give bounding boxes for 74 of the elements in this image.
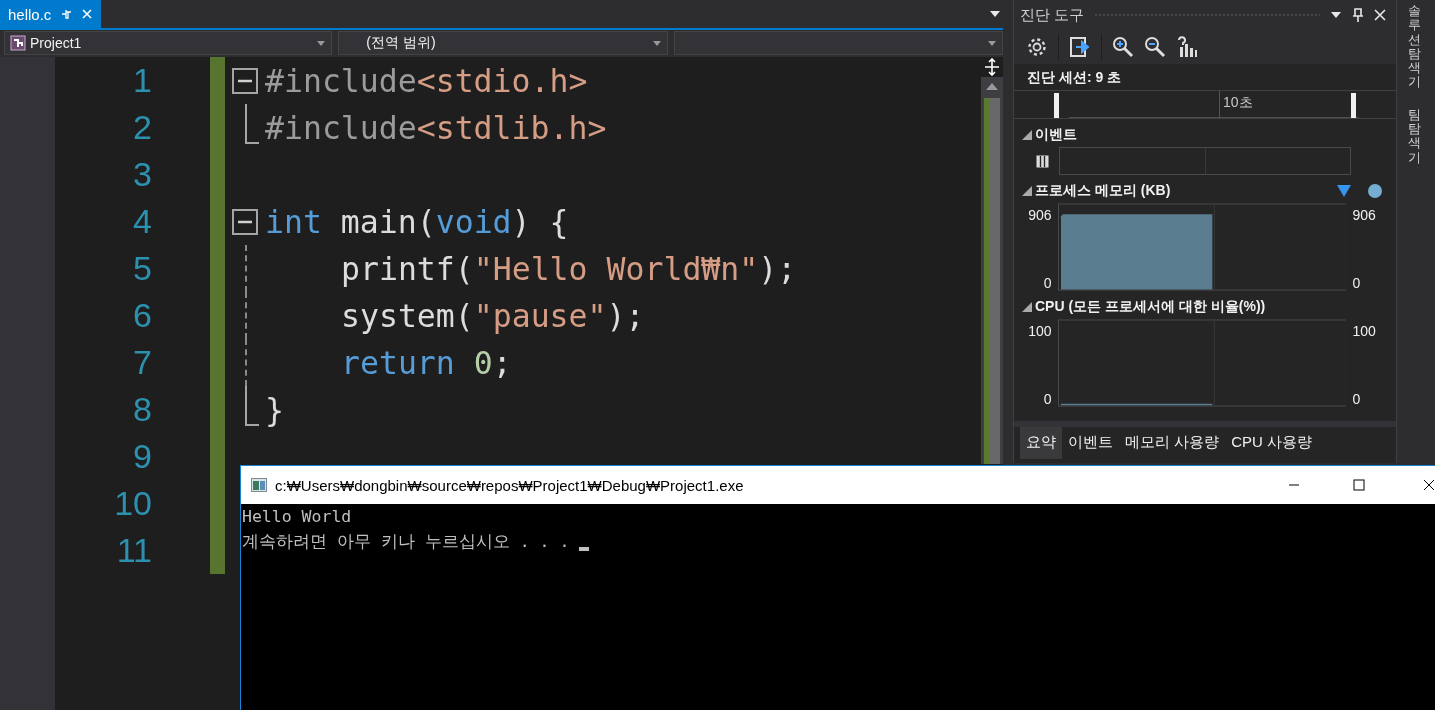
section-title: 프로세스 메모리 (KB) xyxy=(1035,182,1171,200)
scrollbar[interactable] xyxy=(981,57,1003,464)
expanded-icon[interactable] xyxy=(1022,130,1032,140)
expanded-icon[interactable] xyxy=(1022,302,1032,312)
collapse-icon[interactable] xyxy=(232,67,258,94)
code-line: return 0; xyxy=(340,344,512,381)
code-line: printf("Hello World₩n"); xyxy=(340,250,797,287)
pin-icon[interactable] xyxy=(1352,8,1364,22)
line-number: 8 xyxy=(132,390,153,429)
zoom-in-icon[interactable] xyxy=(1112,36,1134,58)
section-title: 이벤트 xyxy=(1035,126,1077,144)
code-line: } xyxy=(265,391,284,428)
side-tab[interactable]: 팀 탐색기 xyxy=(1408,107,1421,165)
code-line: #include<stdlib.h> xyxy=(265,109,607,146)
timeline-label: 10초 xyxy=(1219,91,1253,117)
console-icon xyxy=(251,478,267,492)
axis-label: 0 xyxy=(1043,391,1052,407)
chart-help-icon[interactable] xyxy=(1176,36,1198,58)
line-number: 2 xyxy=(132,108,153,147)
axis-label: 0 xyxy=(1352,391,1362,407)
collapse-icon[interactable] xyxy=(232,208,258,235)
code-line: system("pause"); xyxy=(340,297,645,334)
timeline-ruler[interactable]: 10초 xyxy=(1014,91,1396,119)
expanded-icon[interactable] xyxy=(1022,186,1032,196)
tab[interactable]: 메모리 사용량 xyxy=(1119,427,1226,459)
line-number: 6 xyxy=(132,296,153,335)
line-number: 4 xyxy=(132,202,153,241)
caret-icon xyxy=(317,40,326,46)
side-tab[interactable]: 솔루션 탐색기 xyxy=(1408,4,1421,90)
console-text: Hello World xyxy=(242,507,352,526)
axis-label: 0 xyxy=(1043,275,1052,291)
section-title: CPU (모든 프로세서에 대한 비율(%)) xyxy=(1035,298,1266,316)
maximize-icon[interactable] xyxy=(1352,479,1365,491)
pause-icon[interactable] xyxy=(1036,154,1049,168)
scroll-up-icon[interactable] xyxy=(986,83,998,90)
dropdown[interactable]: Project1 xyxy=(4,31,333,55)
split-icon[interactable] xyxy=(981,57,1003,77)
line-number: 7 xyxy=(132,343,153,382)
line-number: 9 xyxy=(132,437,153,476)
line-number: 10 xyxy=(113,484,153,523)
export-icon[interactable] xyxy=(1069,36,1091,58)
change-marker xyxy=(210,527,225,574)
scroll-thumb[interactable] xyxy=(984,98,1000,464)
axis-label: 0 xyxy=(1352,275,1362,291)
range-handle[interactable] xyxy=(1351,93,1356,118)
console-text: 계속하려면 아무 키나 누르십시오 . . . xyxy=(242,530,571,553)
caret-icon xyxy=(988,40,996,46)
axis-label: 906 xyxy=(1352,207,1377,223)
circle-marker-icon xyxy=(1368,184,1382,198)
panel-title: 진단 도구 xyxy=(1020,5,1085,25)
close-icon[interactable] xyxy=(1423,479,1435,491)
axis-label: 100 xyxy=(1028,323,1052,339)
tab[interactable]: CPU 사용량 xyxy=(1225,427,1318,459)
project-icon xyxy=(10,35,26,51)
tab[interactable]: 이벤트 xyxy=(1062,427,1119,459)
line-number: 5 xyxy=(132,249,153,288)
code-line: int main(void) { xyxy=(265,203,569,240)
line-number: 11 xyxy=(115,531,153,570)
tab[interactable]: 요약 xyxy=(1020,427,1062,459)
dropdown[interactable]: (전역 범위) xyxy=(338,31,668,55)
axis-label: 906 xyxy=(1028,207,1052,223)
change-marker xyxy=(210,57,225,104)
settings-icon[interactable] xyxy=(1026,36,1048,58)
dropdown-icon[interactable] xyxy=(1330,11,1342,19)
range-handle[interactable] xyxy=(1054,93,1059,118)
code-line: #include<stdio.h> xyxy=(265,62,588,99)
axis-label: 100 xyxy=(1352,323,1377,339)
fold-guide xyxy=(245,104,259,144)
line-number: 3 xyxy=(132,155,153,194)
window-title: c:₩Users₩dongbin₩source₩repos₩Project1₩Debug₩Project1.exe xyxy=(275,476,744,494)
caret-icon xyxy=(652,40,661,46)
line-number: 1 xyxy=(132,61,153,100)
dropdown-icon[interactable] xyxy=(989,10,1001,18)
zoom-out-icon[interactable] xyxy=(1144,36,1166,58)
